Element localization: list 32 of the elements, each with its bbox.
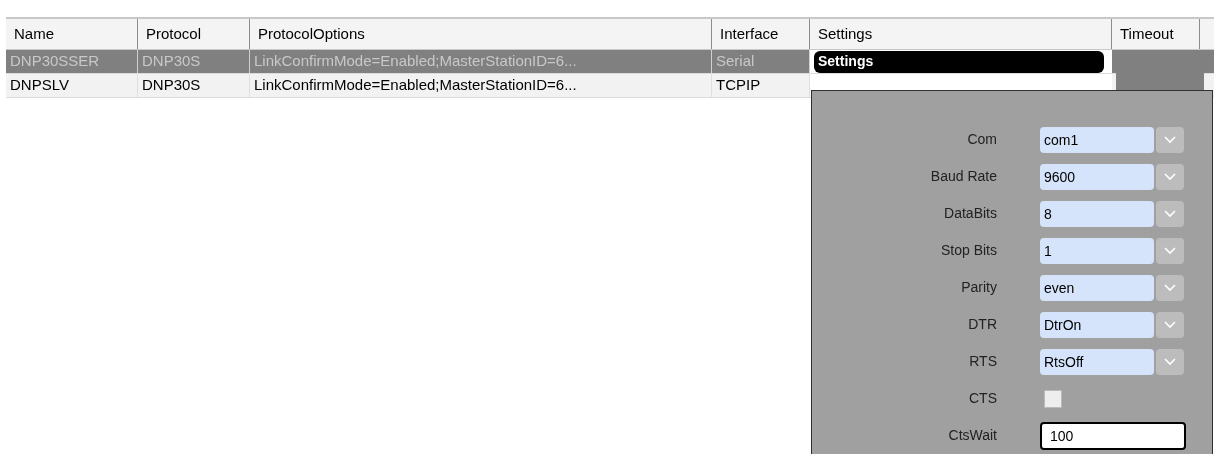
- chevron-down-icon: [1164, 172, 1176, 181]
- table-cell: LinkConfirmMode=Enabled;MasterStationID=6...: [250, 74, 712, 97]
- chevron-down-icon: [1164, 320, 1176, 329]
- field-label: Parity: [960, 278, 997, 297]
- chevron-down-icon: [1164, 209, 1176, 218]
- table-cell: DNP30SSER: [6, 50, 138, 73]
- field-label: RTS: [968, 352, 997, 371]
- field-label: CtsWait: [947, 426, 997, 445]
- field-label: DataBits: [943, 204, 997, 223]
- column-header[interactable]: ProtocolOptions: [250, 19, 712, 49]
- table-cell: LinkConfirmMode=Enabled;MasterStationID=6...: [250, 50, 712, 73]
- column-header[interactable]: Settings: [810, 19, 1112, 49]
- column-header[interactable]: Name: [6, 19, 138, 49]
- field-label: Com: [966, 130, 997, 149]
- field-label: Baud Rate: [929, 167, 997, 186]
- table-row[interactable]: DNP30SSER DNP30S LinkConfirmMode=Enabled;MasterStationID=6... Serial Settings: [6, 50, 1214, 74]
- column-header[interactable]: Timeout: [1112, 19, 1200, 49]
- field-label: CTS: [968, 389, 997, 408]
- field-label: Stop Bits: [939, 241, 997, 260]
- column-header[interactable]: Interface: [712, 19, 810, 49]
- chevron-down-icon: [1164, 357, 1176, 366]
- column-header[interactable]: Protocol: [138, 19, 250, 49]
- chevron-down-icon: [1164, 135, 1176, 144]
- table-cell: DNP30S: [138, 50, 250, 73]
- checkbox[interactable]: [1044, 389, 1062, 408]
- chevron-down-icon: [1164, 246, 1176, 255]
- input-field[interactable]: 100: [1040, 421, 1186, 450]
- settings-button[interactable]: Settings: [814, 50, 1104, 73]
- field-label: DTR: [967, 315, 997, 334]
- table-cell: DNPSLV: [6, 74, 138, 97]
- table-cell: DNP30S: [138, 74, 250, 97]
- chevron-down-icon: [1164, 283, 1176, 292]
